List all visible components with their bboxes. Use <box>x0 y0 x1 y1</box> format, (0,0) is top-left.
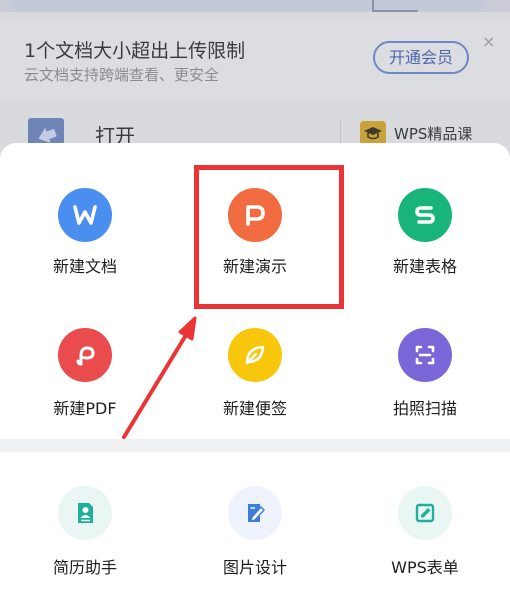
pointer-arrow <box>122 316 197 439</box>
